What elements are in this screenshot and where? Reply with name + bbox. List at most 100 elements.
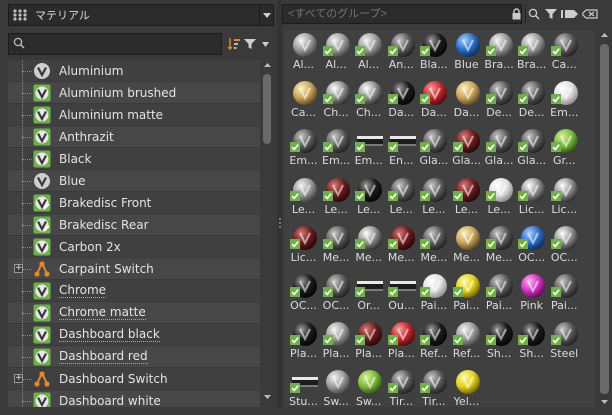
material-thumbnail[interactable]: Steel [548, 319, 580, 367]
list-item[interactable]: Aluminium [8, 60, 260, 82]
material-thumbnail[interactable]: Gla... [417, 126, 449, 174]
list-item[interactable]: + Dashboard Switch [8, 368, 260, 390]
material-thumbnail[interactable]: OC... [320, 271, 352, 319]
tree-search-field[interactable] [8, 33, 222, 55]
material-thumbnail[interactable]: Da... [385, 78, 417, 126]
filter-icon[interactable] [242, 35, 258, 53]
material-thumbnail[interactable]: Me... [352, 223, 384, 271]
material-thumbnail[interactable]: Da... [417, 78, 449, 126]
material-thumbnail[interactable]: Pink [515, 271, 547, 319]
material-thumbnail[interactable]: Stu... [287, 367, 319, 415]
scroll-down-icon[interactable] [597, 397, 612, 407]
material-thumbnail[interactable]: Em... [548, 78, 580, 126]
material-thumbnail[interactable]: Tir... [385, 367, 417, 415]
material-thumbnail[interactable]: Tir... [417, 367, 449, 415]
material-thumbnail[interactable]: OC... [548, 223, 580, 271]
material-thumbnail[interactable]: Pai... [483, 271, 515, 319]
material-thumbnail[interactable]: Le... [385, 175, 417, 223]
material-thumbnail[interactable]: Ref... [450, 319, 482, 367]
material-thumbnail[interactable]: Or... [352, 271, 384, 319]
material-thumbnail[interactable]: Ch... [320, 78, 352, 126]
list-item[interactable]: Anthrazit [8, 126, 260, 148]
list-item[interactable]: Brakedisc Front [8, 192, 260, 214]
tree-search-input[interactable] [25, 37, 205, 51]
material-thumbnail[interactable]: Ca... [287, 78, 319, 126]
tag-remove-icon[interactable] [581, 5, 599, 23]
scroll-up-icon[interactable] [597, 30, 612, 40]
scroll-up-icon[interactable] [260, 60, 274, 70]
group-search-field[interactable] [282, 4, 522, 24]
list-item[interactable]: Carbon 2x [8, 236, 260, 258]
list-item[interactable]: Dashboard red [8, 346, 260, 368]
material-thumbnail[interactable]: Gla... [515, 126, 547, 174]
material-thumbnail[interactable]: Pla... [320, 319, 352, 367]
material-thumbnail[interactable]: Me... [483, 223, 515, 271]
expand-icon[interactable]: + [14, 374, 23, 383]
material-thumbnail[interactable]: Blue [450, 30, 482, 78]
material-thumbnail[interactable]: OC... [515, 223, 547, 271]
material-thumbnail[interactable]: Pla... [287, 319, 319, 367]
material-thumbnail[interactable]: Yel... [450, 367, 482, 415]
material-thumbnail[interactable]: Em... [287, 126, 319, 174]
list-item[interactable]: Aluminium matte [8, 104, 260, 126]
search-icon[interactable] [525, 5, 542, 23]
material-thumbnail[interactable]: Em... [320, 126, 352, 174]
list-item[interactable]: Chrome [8, 280, 260, 302]
lock-icon[interactable] [508, 5, 525, 23]
material-thumbnail[interactable]: Al... [320, 30, 352, 78]
material-thumbnail[interactable]: Sw... [320, 367, 352, 415]
material-thumbnail[interactable]: Pai... [450, 271, 482, 319]
material-thumbnail[interactable]: Da... [450, 78, 482, 126]
group-search-input[interactable] [286, 7, 506, 21]
material-thumbnail[interactable]: Pai... [417, 271, 449, 319]
material-thumbnail[interactable]: En... [385, 126, 417, 174]
material-thumbnail[interactable]: Le... [483, 175, 515, 223]
material-thumbnail[interactable]: Pla... [385, 319, 417, 367]
list-item[interactable]: Brakedisc Rear [8, 214, 260, 236]
material-thumbnail[interactable]: De... [483, 78, 515, 126]
material-thumbnail[interactable]: Le... [417, 175, 449, 223]
material-thumbnail[interactable]: Sh... [483, 319, 515, 367]
list-item[interactable]: Black [8, 148, 260, 170]
list-item[interactable]: Dashboard black [8, 324, 260, 346]
expand-icon[interactable]: + [14, 264, 23, 273]
material-thumbnail[interactable]: Me... [320, 223, 352, 271]
material-thumbnail[interactable]: OC... [287, 271, 319, 319]
filter-icon[interactable] [542, 5, 559, 23]
material-thumbnail[interactable]: Pai... [548, 271, 580, 319]
material-thumbnail[interactable]: Sh... [515, 319, 547, 367]
material-thumbnail[interactable]: Le... [287, 175, 319, 223]
material-thumbnail[interactable]: De... [515, 78, 547, 126]
chevron-down-icon[interactable] [259, 5, 273, 25]
material-thumbnail[interactable]: An... [385, 30, 417, 78]
list-item[interactable]: + Carpaint Switch [8, 258, 260, 280]
material-thumbnail[interactable]: Ou... [385, 271, 417, 319]
material-thumbnail[interactable]: Le... [352, 175, 384, 223]
material-thumbnail[interactable]: Ch... [352, 78, 384, 126]
list-item[interactable]: Chrome matte [8, 302, 260, 324]
material-thumbnail[interactable]: Le... [450, 175, 482, 223]
list-item[interactable]: Blue [8, 170, 260, 192]
material-thumbnail[interactable]: Bra... [483, 30, 515, 78]
tree-scroll-thumb[interactable] [263, 74, 271, 144]
material-thumbnail[interactable]: Lic... [548, 175, 580, 223]
material-thumbnail[interactable]: Gla... [450, 126, 482, 174]
scroll-down-icon[interactable] [260, 392, 274, 402]
material-thumbnail[interactable]: Em... [352, 126, 384, 174]
material-thumbnail[interactable]: Pla... [352, 319, 384, 367]
material-thumbnail[interactable]: Lic... [515, 175, 547, 223]
material-thumbnail[interactable]: Lic... [287, 223, 319, 271]
list-item[interactable]: Aluminium brushed [8, 82, 260, 104]
material-thumbnail[interactable]: Me... [450, 223, 482, 271]
category-dropdown[interactable]: マテリアル [8, 4, 274, 26]
list-item[interactable]: Dashboard white [8, 390, 260, 407]
material-thumbnail[interactable]: Bra... [515, 30, 547, 78]
material-thumbnail[interactable]: Le... [320, 175, 352, 223]
material-thumbnail[interactable]: Gr... [548, 126, 580, 174]
material-thumbnail[interactable]: Gla... [483, 126, 515, 174]
material-thumbnail[interactable]: Me... [417, 223, 449, 271]
tag-filter-icon[interactable] [559, 5, 581, 23]
sort-icon[interactable] [226, 35, 242, 53]
material-thumbnail[interactable]: Bla... [417, 30, 449, 78]
material-thumbnail[interactable]: Ref... [417, 319, 449, 367]
